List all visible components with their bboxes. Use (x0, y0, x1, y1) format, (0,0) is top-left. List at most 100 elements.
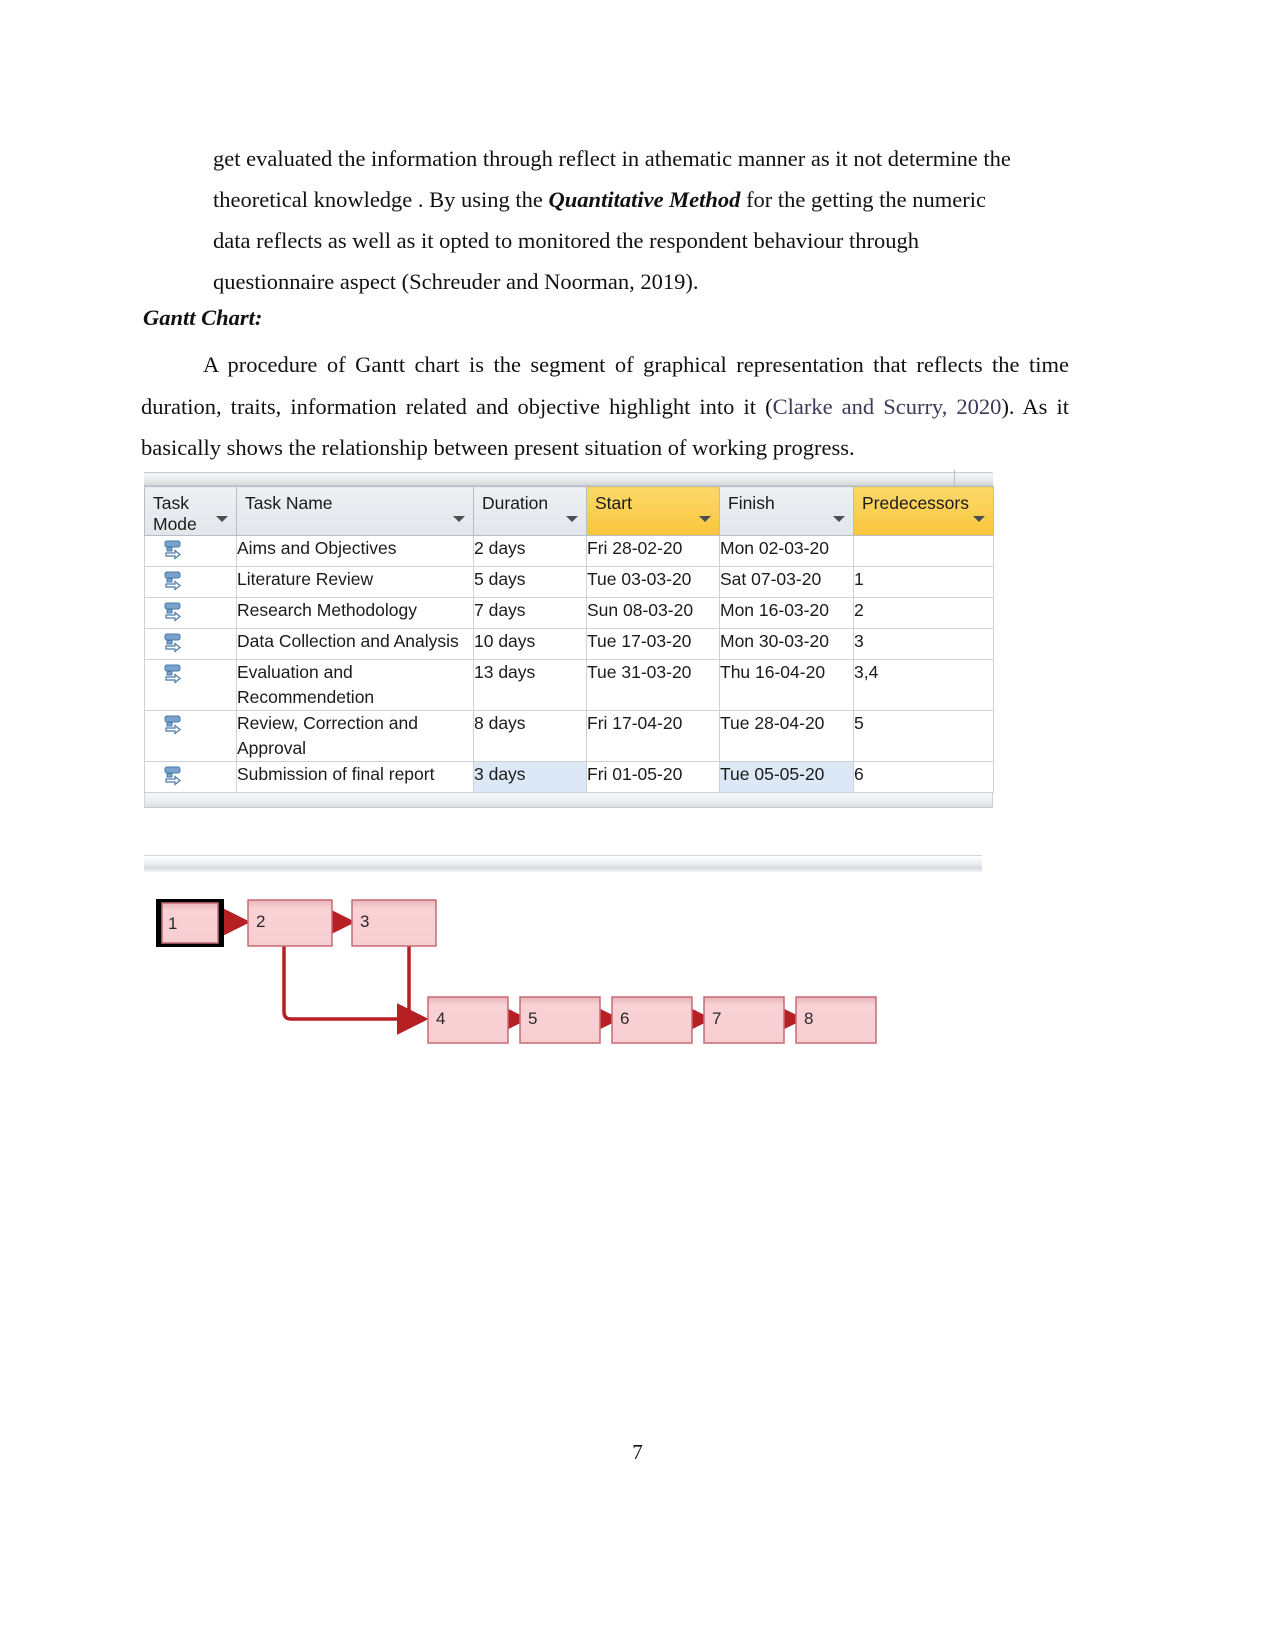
network-node-5[interactable]: 5 (519, 996, 601, 1044)
cell-start[interactable]: Tue 17-03-20 (586, 628, 720, 660)
cell-predecessors[interactable] (853, 535, 994, 567)
cell-task-mode[interactable] (144, 628, 237, 660)
pane-splitter-bar[interactable] (144, 855, 982, 873)
network-node-7[interactable]: 7 (703, 996, 785, 1044)
cell-predecessors[interactable]: 3 (853, 628, 994, 660)
node-5-label: 5 (528, 1009, 537, 1028)
filter-dropdown-icon[interactable] (453, 516, 465, 522)
node-7-label: 7 (712, 1009, 721, 1028)
node-2-label: 2 (256, 912, 265, 931)
table-row[interactable]: Review, Correction and Approval 8 days F… (144, 710, 994, 762)
column-header-task-mode[interactable]: Task Mode (144, 486, 237, 536)
network-diagram-screenshot: 1 2 3 4 5 6 7 8 (144, 855, 982, 1190)
filter-dropdown-icon[interactable] (973, 516, 985, 522)
cell-task-name[interactable]: Submission of final report (236, 761, 474, 793)
node-8-label: 8 (804, 1009, 813, 1028)
node-4-label: 4 (436, 1009, 445, 1028)
cell-finish[interactable]: Mon 16-03-20 (719, 597, 854, 629)
column-header-task-name[interactable]: Task Name (236, 486, 474, 536)
cell-start[interactable]: Sun 08-03-20 (586, 597, 720, 629)
paragraph-two-body: A procedure of Gantt chart is the segmen… (141, 344, 1069, 469)
cell-predecessors[interactable]: 3,4 (853, 659, 994, 711)
cell-predecessors[interactable]: 1 (853, 566, 994, 598)
auto-schedule-icon (164, 540, 181, 560)
cell-task-name[interactable]: Literature Review (236, 566, 474, 598)
table-row[interactable]: Literature Review 5 days Tue 03-03-20 Sa… (144, 566, 994, 598)
column-header-task-name-label: Task Name (245, 493, 333, 513)
cell-task-mode[interactable] (144, 710, 237, 762)
node-3-label: 3 (360, 912, 369, 931)
table-row[interactable]: Evaluation and Recommendetion 13 days Tu… (144, 659, 994, 711)
network-diagram-svg: 1 2 3 4 5 6 7 8 (156, 899, 877, 1044)
cell-predecessors[interactable]: 2 (853, 597, 994, 629)
network-node-1[interactable]: 1 (156, 899, 224, 947)
table-row[interactable]: Submission of final report 3 days Fri 01… (144, 761, 994, 793)
cell-finish[interactable]: Tue 05-05-20 (719, 761, 854, 793)
filter-dropdown-icon[interactable] (566, 516, 578, 522)
filter-dropdown-icon[interactable] (216, 516, 228, 522)
cell-task-mode[interactable] (144, 761, 237, 793)
node-1-label: 1 (168, 914, 177, 933)
quantitative-method-emphasis: Quantitative Method (548, 187, 741, 212)
network-node-6[interactable]: 6 (611, 996, 693, 1044)
column-header-start[interactable]: Start (586, 486, 720, 536)
cell-finish[interactable]: Tue 28-04-20 (719, 710, 854, 762)
cell-task-name[interactable]: Aims and Objectives (236, 535, 474, 567)
page-number: 7 (632, 1440, 643, 1464)
column-header-finish[interactable]: Finish (719, 486, 854, 536)
line-2-post-text: for the getting the numeric (740, 187, 986, 212)
paragraph-one: get evaluated the information through re… (213, 138, 1058, 302)
cell-start[interactable]: Fri 28-02-20 (586, 535, 720, 567)
network-node-2[interactable]: 2 (247, 899, 333, 947)
cell-duration[interactable]: 10 days (473, 628, 587, 660)
column-header-predecessors[interactable]: Predecessors (853, 486, 994, 536)
network-node-3[interactable]: 3 (351, 899, 437, 947)
paragraph-one-line-1: get evaluated the information through re… (213, 146, 1011, 171)
project-bottom-rail (144, 793, 993, 808)
filter-dropdown-icon[interactable] (699, 516, 711, 522)
cell-task-name[interactable]: Data Collection and Analysis (236, 628, 474, 660)
cell-duration[interactable]: 13 days (473, 659, 587, 711)
cell-finish[interactable]: Mon 02-03-20 (719, 535, 854, 567)
cell-predecessors[interactable]: 6 (853, 761, 994, 793)
cell-task-name[interactable]: Review, Correction and Approval (236, 710, 474, 762)
network-node-8[interactable]: 8 (795, 996, 877, 1044)
table-row[interactable]: Data Collection and Analysis 10 days Tue… (144, 628, 994, 660)
cell-finish[interactable]: Sat 07-03-20 (719, 566, 854, 598)
paragraph-one-line-2: theoretical knowledge . By using the Qua… (213, 179, 1058, 220)
auto-schedule-icon (164, 766, 181, 786)
cell-task-mode[interactable] (144, 535, 237, 567)
cell-predecessors[interactable]: 5 (853, 710, 994, 762)
cell-task-mode[interactable] (144, 566, 237, 598)
cell-duration[interactable]: 7 days (473, 597, 587, 629)
auto-schedule-icon (164, 571, 181, 591)
cell-task-mode[interactable] (144, 597, 237, 629)
cell-finish[interactable]: Mon 30-03-20 (719, 628, 854, 660)
filter-dropdown-icon[interactable] (833, 516, 845, 522)
gantt-chart-heading: Gantt Chart: (143, 305, 263, 330)
cell-finish[interactable]: Thu 16-04-20 (719, 659, 854, 711)
cell-task-mode[interactable] (144, 659, 237, 711)
cell-duration[interactable]: 5 days (473, 566, 587, 598)
cell-start[interactable]: Tue 31-03-20 (586, 659, 720, 711)
ms-project-table-screenshot: Task Mode Task Name Duration Start Finis… (144, 470, 994, 808)
rail-tick-marker (954, 470, 955, 486)
network-node-4[interactable]: 4 (427, 996, 509, 1044)
cell-duration[interactable]: 2 days (473, 535, 587, 567)
document-page: get evaluated the information through re… (0, 0, 1275, 1651)
cell-start[interactable]: Tue 03-03-20 (586, 566, 720, 598)
cell-task-name[interactable]: Evaluation and Recommendetion (236, 659, 474, 711)
paragraph-one-line-3: data reflects as well as it opted to mon… (213, 228, 920, 253)
table-row[interactable]: Research Methodology 7 days Sun 08-03-20… (144, 597, 994, 629)
table-row[interactable]: Aims and Objectives 2 days Fri 28-02-20 … (144, 535, 994, 567)
column-header-duration[interactable]: Duration (473, 486, 587, 536)
cell-task-name[interactable]: Research Methodology (236, 597, 474, 629)
cell-duration[interactable]: 8 days (473, 710, 587, 762)
citation-clarke-scurry: Clarke and Scurry, 2020 (772, 393, 1002, 419)
cell-start[interactable]: Fri 01-05-20 (586, 761, 720, 793)
cell-duration[interactable]: 3 days (473, 761, 587, 793)
cell-start[interactable]: Fri 17-04-20 (586, 710, 720, 762)
auto-schedule-icon (164, 602, 181, 622)
paragraph-one-line-4: questionnaire aspect (Schreuder and Noor… (213, 269, 699, 294)
network-diagram-canvas[interactable]: 1 2 3 4 5 6 7 8 (144, 872, 982, 1190)
